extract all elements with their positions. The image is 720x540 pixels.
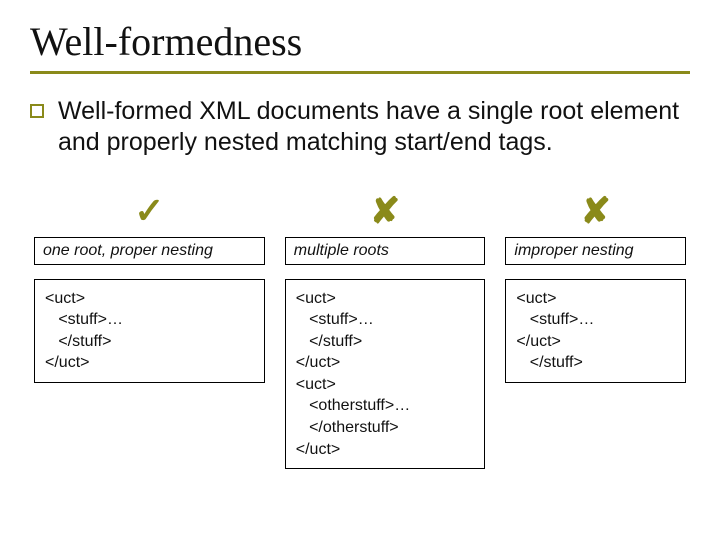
body-text: Well-formed XML documents have a single … — [58, 96, 686, 159]
bullet-square-icon — [30, 104, 44, 118]
column-label: improper nesting — [505, 237, 686, 265]
cross-icon: ✘ — [505, 193, 686, 229]
column-label: one root, proper nesting — [34, 237, 265, 265]
body-row: Well-formed XML documents have a single … — [30, 96, 690, 159]
column-correct: ✓ one root, proper nesting <uct> <stuff>… — [34, 193, 265, 470]
column-improper-nesting: ✘ improper nesting <uct> <stuff>… </uct>… — [505, 193, 686, 470]
code-example: <uct> <stuff>… </uct> </stuff> — [505, 279, 686, 383]
slide-title: Well-formedness — [30, 18, 690, 74]
cross-icon: ✘ — [285, 193, 486, 229]
check-icon: ✓ — [34, 193, 265, 229]
column-multiple-roots: ✘ multiple roots <uct> <stuff>… </stuff>… — [285, 193, 486, 470]
code-example: <uct> <stuff>… </stuff> </uct> <uct> <ot… — [285, 279, 486, 470]
code-example: <uct> <stuff>… </stuff> </uct> — [34, 279, 265, 383]
slide: Well-formedness Well-formed XML document… — [0, 0, 720, 540]
column-label: multiple roots — [285, 237, 486, 265]
columns: ✓ one root, proper nesting <uct> <stuff>… — [30, 193, 690, 470]
